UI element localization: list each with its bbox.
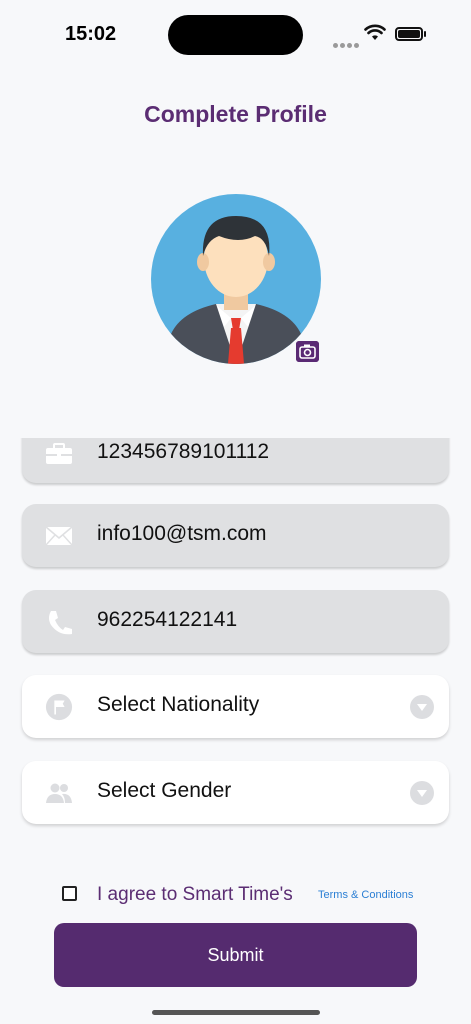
status-bar: 15:02 (0, 0, 471, 70)
gender-select[interactable]: Select Gender (22, 761, 449, 824)
agree-label: I agree to Smart Time's (97, 884, 293, 905)
gender-placeholder: Select Gender (97, 779, 232, 802)
wifi-icon (364, 24, 386, 40)
submit-button[interactable]: Submit (54, 923, 417, 987)
flag-icon (45, 693, 73, 721)
people-icon (46, 783, 72, 803)
terms-link[interactable]: Terms & Conditions (318, 889, 413, 901)
person-avatar-icon[interactable] (151, 194, 321, 364)
home-indicator (152, 1010, 320, 1015)
chevron-down-icon[interactable] (410, 781, 434, 805)
briefcase-icon (46, 443, 72, 464)
nationality-select[interactable]: Select Nationality (22, 675, 449, 738)
phone-value: 962254122141 (97, 608, 238, 631)
status-time: 15:02 (65, 23, 117, 45)
mail-icon (45, 526, 73, 546)
phone-field[interactable]: 962254122141 (22, 590, 449, 653)
agree-checkbox[interactable] (62, 886, 77, 901)
camera-icon[interactable] (296, 341, 319, 362)
email-value: info100@tsm.com (97, 522, 267, 545)
id-number-value: 123456789101112 (97, 440, 270, 463)
nationality-placeholder: Select Nationality (97, 693, 260, 716)
battery-icon (395, 27, 423, 41)
email-field[interactable]: info100@tsm.com (22, 504, 449, 567)
phone-icon (49, 611, 72, 635)
signal-icon (333, 35, 361, 53)
page-title: Complete Profile (144, 101, 327, 127)
dynamic-island (168, 15, 303, 55)
chevron-down-icon[interactable] (410, 695, 434, 719)
